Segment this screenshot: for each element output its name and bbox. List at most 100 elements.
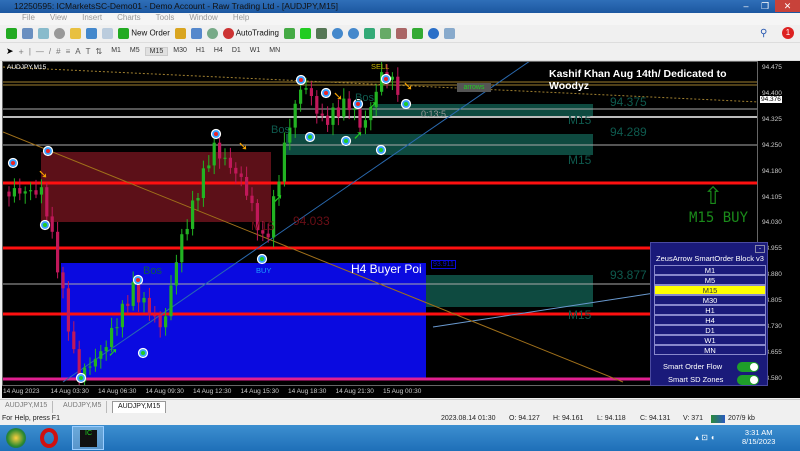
icmarkets-taskbar-button[interactable]: IC bbox=[72, 426, 104, 450]
chart-shift-icon[interactable] bbox=[396, 28, 407, 39]
horizontal-line-icon[interactable]: — bbox=[36, 47, 44, 56]
candle-body bbox=[390, 76, 394, 80]
candle-body bbox=[169, 285, 173, 317]
panel-tf-m30[interactable]: M30 bbox=[654, 295, 766, 305]
price-chart[interactable]: ➘ ➘ ➘ ➘ ➚ ➚ ➚ ➚ AUDJPY,M15 Kashif Khan Aug 14th… bbox=[2, 61, 758, 386]
cursor-icon[interactable]: ➤ bbox=[6, 46, 14, 57]
start-button[interactable] bbox=[6, 428, 26, 448]
crosshair-tool-icon[interactable]: + bbox=[19, 47, 24, 57]
signal-label: M15 BUY bbox=[689, 210, 749, 226]
signals-icon[interactable] bbox=[190, 28, 202, 39]
timeframe-h1[interactable]: H1 bbox=[192, 47, 209, 56]
tray-icons[interactable]: ▴ ⊡ ◖ bbox=[695, 433, 715, 442]
autotrading-label: AutoTrading bbox=[235, 28, 279, 38]
market-icon[interactable] bbox=[206, 28, 218, 39]
notifications-badge[interactable]: 1 bbox=[782, 27, 794, 39]
panel-tf-h4[interactable]: H4 bbox=[654, 315, 766, 325]
candlestick-icon[interactable] bbox=[300, 28, 311, 39]
vertical-line-icon[interactable]: | bbox=[29, 47, 31, 56]
panel-tf-m15[interactable]: M15 bbox=[654, 285, 766, 295]
demand-zone-title: H4 Buyer Poi bbox=[351, 262, 422, 276]
supply-zone-tf: M15 bbox=[251, 219, 275, 233]
channel-icon[interactable]: # bbox=[56, 47, 60, 56]
periods-icon[interactable] bbox=[428, 28, 439, 39]
menu-insert[interactable]: Insert bbox=[82, 13, 102, 22]
close-button[interactable]: ✕ bbox=[775, 0, 800, 12]
templates-icon[interactable] bbox=[444, 28, 455, 39]
signal-dot-center bbox=[43, 223, 47, 227]
timeframe-w1[interactable]: W1 bbox=[246, 47, 265, 56]
tile-windows-icon[interactable] bbox=[364, 28, 375, 39]
chart-tab-active[interactable]: AUDJPY,M15 bbox=[112, 401, 167, 413]
menu-charts[interactable]: Charts bbox=[117, 13, 141, 22]
menu-help[interactable]: Help bbox=[233, 13, 249, 22]
buy-arrow-icon: ➚ bbox=[353, 128, 363, 142]
candle-body bbox=[309, 88, 313, 97]
timeframe-m1[interactable]: M1 bbox=[107, 47, 125, 56]
candle-body bbox=[185, 228, 189, 235]
new-chart-icon[interactable] bbox=[6, 28, 17, 39]
buy-arrow-icon: ⇧ bbox=[703, 183, 724, 210]
tester-icon[interactable] bbox=[102, 28, 113, 39]
terminal-icon[interactable] bbox=[86, 28, 97, 39]
navigator-icon[interactable] bbox=[70, 28, 81, 39]
arrows-button[interactable]: arrows bbox=[457, 83, 491, 92]
trendline-icon[interactable]: / bbox=[49, 47, 51, 56]
maximize-button[interactable]: ❐ bbox=[756, 0, 774, 12]
metaeditor-icon[interactable] bbox=[174, 28, 186, 39]
indicators-icon[interactable] bbox=[412, 28, 423, 39]
menu-file[interactable]: File bbox=[22, 13, 35, 22]
timeframe-mn[interactable]: MN bbox=[265, 47, 284, 56]
menu-tools[interactable]: Tools bbox=[156, 13, 175, 22]
panel-tf-m1[interactable]: M1 bbox=[654, 265, 766, 275]
text-icon[interactable]: A bbox=[75, 47, 80, 56]
panel-tf-h1[interactable]: H1 bbox=[654, 305, 766, 315]
panel-minimize-button[interactable]: - bbox=[755, 245, 765, 253]
timeframe-m30[interactable]: M30 bbox=[169, 47, 191, 56]
panel-tf-m5[interactable]: M5 bbox=[654, 275, 766, 285]
timeframe-m15[interactable]: M15 bbox=[144, 47, 169, 56]
menu-window[interactable]: Window bbox=[189, 13, 217, 22]
signal-dot-center bbox=[308, 135, 312, 139]
candle-body bbox=[115, 327, 119, 329]
autoscroll-icon[interactable] bbox=[380, 28, 391, 39]
text-label-icon[interactable]: T bbox=[86, 47, 91, 56]
zoom-in-icon[interactable] bbox=[332, 28, 343, 39]
panel-tf-w1[interactable]: W1 bbox=[654, 335, 766, 345]
signal-dot-center bbox=[344, 139, 348, 143]
demand-zone-tag: 93.911 bbox=[431, 260, 456, 269]
panel-tf-mn[interactable]: MN bbox=[654, 345, 766, 355]
timeframe-m5[interactable]: M5 bbox=[126, 47, 144, 56]
zoom-out-icon[interactable] bbox=[348, 28, 359, 39]
candle-body bbox=[29, 190, 33, 192]
timeframe-h4[interactable]: H4 bbox=[210, 47, 227, 56]
crosshair-icon[interactable] bbox=[54, 28, 65, 39]
menu-view[interactable]: View bbox=[50, 13, 67, 22]
bar-chart-icon[interactable] bbox=[284, 28, 295, 39]
new-order-button[interactable]: New Order bbox=[118, 28, 170, 39]
opera-icon[interactable] bbox=[40, 428, 58, 448]
signal-dot-center bbox=[141, 351, 145, 355]
search-icon[interactable]: ⚲ bbox=[760, 28, 767, 39]
profiles-icon[interactable] bbox=[22, 28, 33, 39]
time-tick: 14 Aug 03:30 bbox=[50, 388, 89, 395]
market-watch-icon[interactable] bbox=[38, 28, 49, 39]
smart-sd-zones-toggle[interactable] bbox=[737, 375, 759, 385]
panel-tf-d1[interactable]: D1 bbox=[654, 325, 766, 335]
candle-body bbox=[228, 157, 232, 168]
candle-body bbox=[245, 176, 249, 196]
chart-tab[interactable]: AUDJPY,M5 bbox=[58, 401, 108, 413]
timeframe-d1[interactable]: D1 bbox=[228, 47, 245, 56]
chart-tab[interactable]: AUDJPY,M15 bbox=[0, 401, 54, 413]
clock[interactable]: 3:31 AM 8/15/2023 bbox=[742, 428, 775, 446]
candle-body bbox=[66, 288, 70, 332]
smart-order-flow-toggle[interactable] bbox=[737, 362, 759, 372]
autotrading-button[interactable]: AutoTrading bbox=[222, 28, 279, 39]
arrows-icon[interactable]: ⇅ bbox=[95, 47, 102, 56]
fibonacci-icon[interactable]: ≡ bbox=[66, 47, 71, 56]
minimize-button[interactable]: – bbox=[737, 0, 755, 12]
signal-dot-center bbox=[384, 77, 388, 81]
candle-body bbox=[39, 187, 43, 195]
line-chart-icon[interactable] bbox=[316, 28, 327, 39]
time-tick: 14 Aug 09:30 bbox=[145, 388, 184, 395]
